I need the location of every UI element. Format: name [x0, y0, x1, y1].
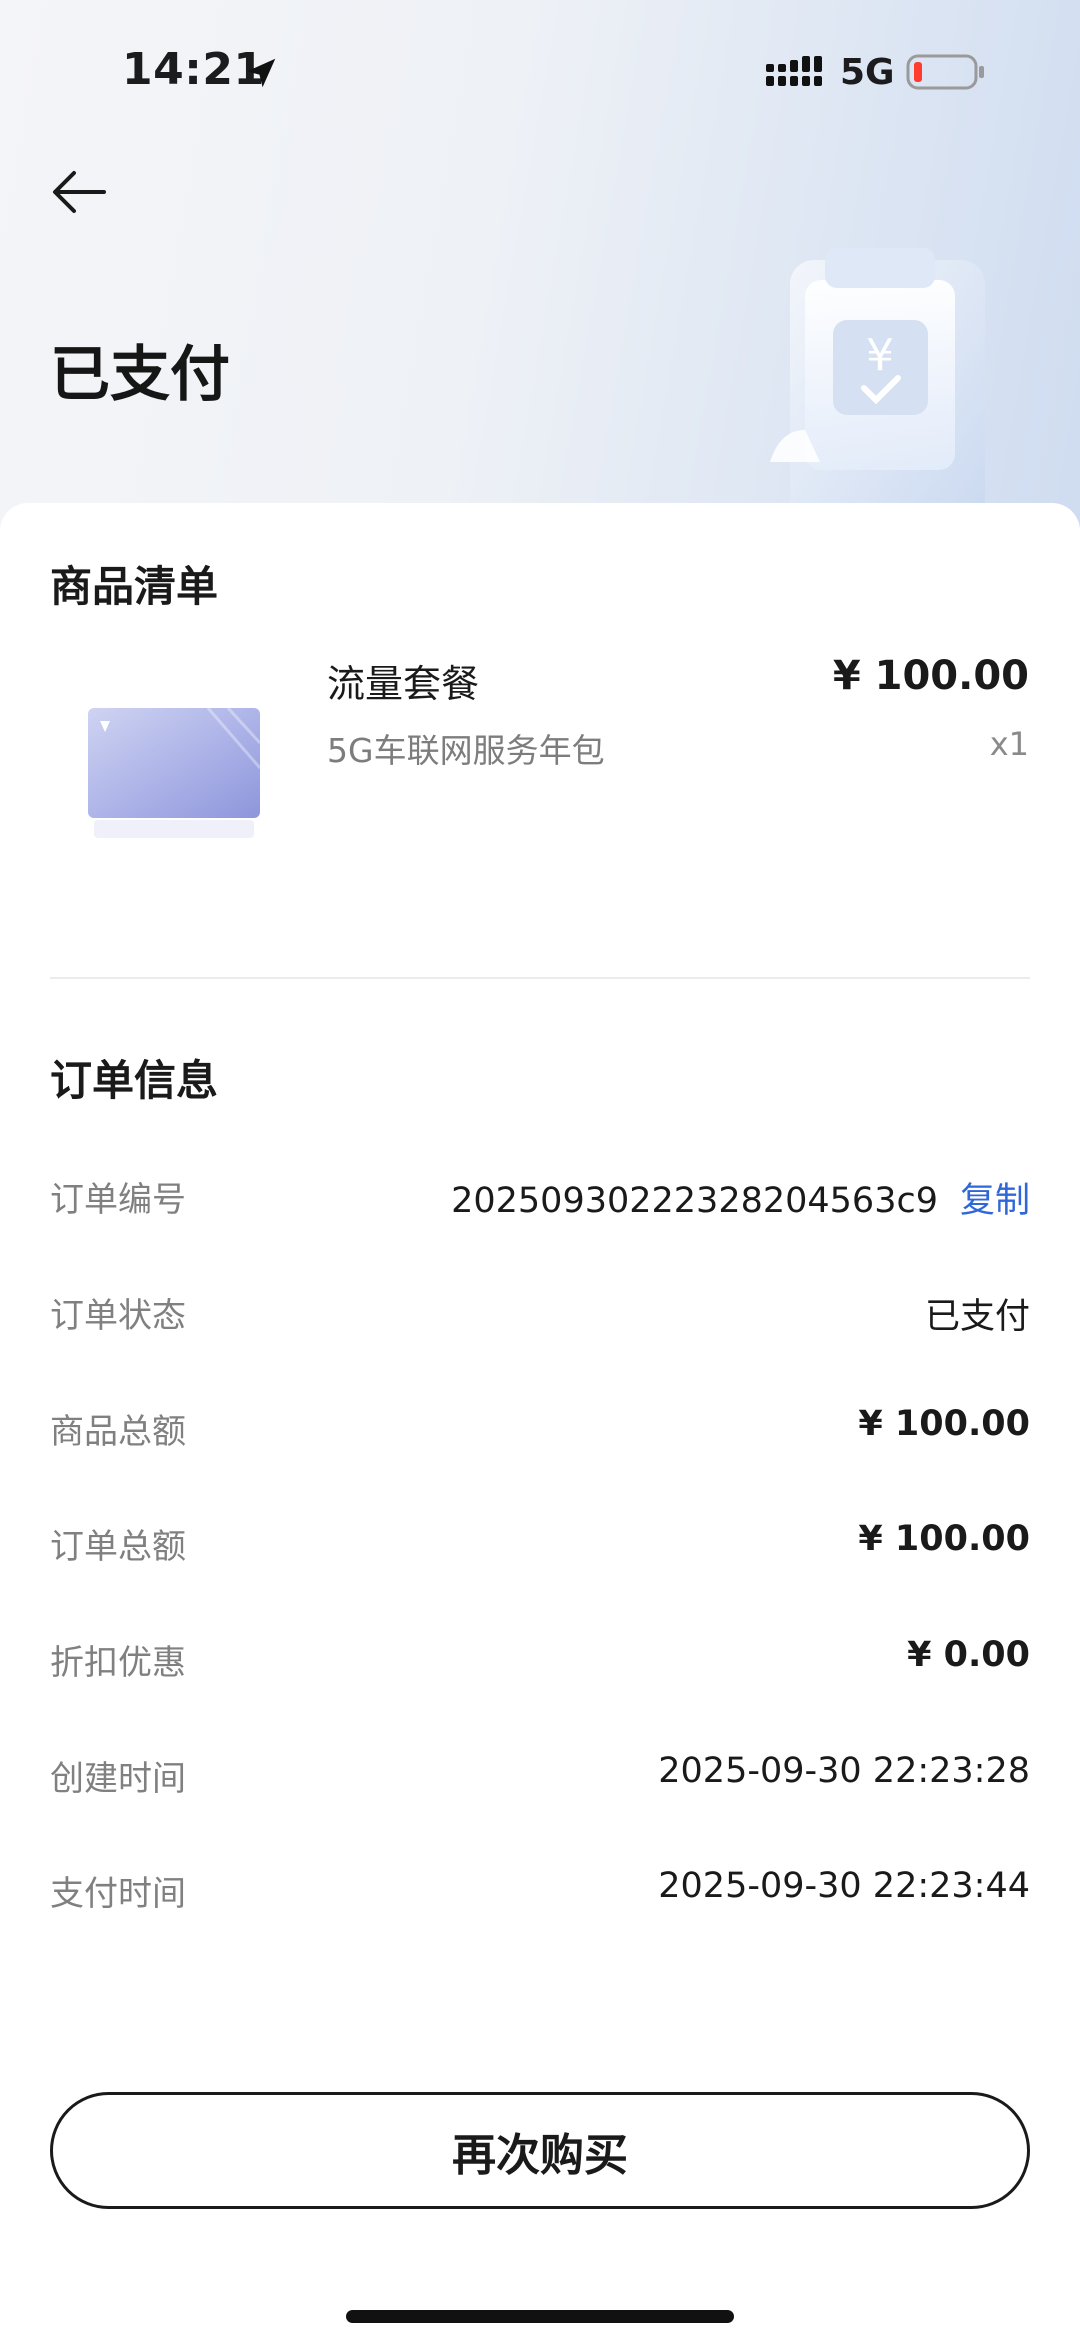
back-button[interactable] [48, 160, 112, 224]
rebuy-button[interactable]: 再次购买 [50, 2092, 1030, 2209]
section-divider [50, 977, 1030, 979]
product-name: 流量套餐 [327, 662, 480, 706]
network-type-label: 5G [840, 52, 895, 93]
receipt-illustration-icon: ¥ [770, 248, 985, 520]
copy-order-number-link[interactable]: 复制 [960, 1181, 1030, 1221]
discount-row: 折扣优惠 ¥ 0.00 [50, 1629, 1030, 1689]
status-bar: 14:21 5G [0, 0, 1080, 150]
content-card: 商品清单 流量套餐 5G车联网服务年包 ¥ 100.00 x1 订单信息 订单编… [0, 503, 1080, 2341]
created-time-row: 创建时间 2025-09-30 22:23:28 [50, 1745, 1030, 1805]
discount-value: ¥ 0.00 [907, 1635, 1030, 1675]
product-description: 5G车联网服务年包 [327, 731, 605, 770]
goods-total-value: ¥ 100.00 [858, 1404, 1030, 1444]
battery-icon [906, 54, 984, 90]
paid-time-label: 支付时间 [50, 1874, 186, 1914]
order-number-value: 20250930222328204563c9 [451, 1181, 938, 1221]
goods-total-label: 商品总额 [50, 1412, 186, 1452]
paid-time-row: 支付时间 2025-09-30 22:23:44 [50, 1860, 1030, 1920]
product-thumbnail [88, 706, 262, 838]
created-time-value: 2025-09-30 22:23:28 [658, 1751, 1030, 1791]
order-status-row: 订单状态 已支付 [50, 1282, 1030, 1342]
signal-bars-icon [766, 56, 822, 86]
home-indicator[interactable] [346, 2310, 734, 2323]
order-status-label: 订单状态 [50, 1296, 186, 1336]
created-time-label: 创建时间 [50, 1759, 186, 1799]
order-info-title: 订单信息 [50, 1056, 219, 1105]
order-total-row: 订单总额 ¥ 100.00 [50, 1513, 1030, 1573]
order-total-value: ¥ 100.00 [858, 1519, 1030, 1559]
arrow-left-icon [53, 171, 106, 213]
order-number-label: 订单编号 [50, 1180, 186, 1220]
product-price: ¥ 100.00 [832, 653, 1029, 699]
order-total-label: 订单总额 [50, 1527, 186, 1567]
page-title: 已支付 [50, 340, 230, 410]
location-arrow-icon [246, 58, 276, 88]
order-number-row: 订单编号 20250930222328204563c9 复制 [50, 1166, 1030, 1226]
product-quantity: x1 [989, 725, 1029, 763]
discount-label: 折扣优惠 [50, 1643, 186, 1683]
goods-total-row: 商品总额 ¥ 100.00 [50, 1398, 1030, 1458]
svg-text:¥: ¥ [866, 330, 894, 381]
product-list-title: 商品清单 [50, 562, 219, 611]
paid-time-value: 2025-09-30 22:23:44 [658, 1866, 1030, 1906]
order-status-value: 已支付 [924, 1297, 1030, 1337]
